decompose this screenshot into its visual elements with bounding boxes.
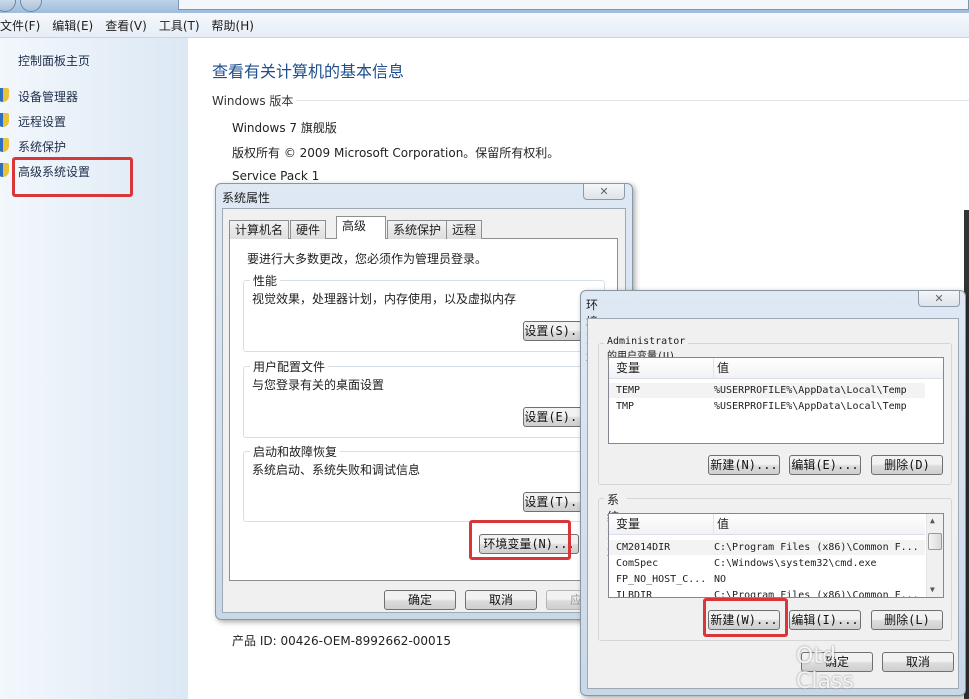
menu-help[interactable]: 帮助(H)	[212, 17, 266, 34]
sidebar-home-link[interactable]: 控制面板主页	[18, 52, 90, 69]
dialog-title: 系统属性	[222, 191, 271, 205]
close-icon[interactable]: ✕	[918, 291, 960, 307]
column-variable[interactable]: 变量	[616, 514, 640, 535]
admin-note: 要进行大多数更改，您必须作为管理员登录。	[247, 252, 488, 266]
sidebar-item-protection[interactable]: 系统保护	[18, 138, 66, 155]
env-cancel-button[interactable]: 取消	[882, 652, 954, 672]
group-description: 视觉效果，处理器计划，内存使用，以及虚拟内存	[252, 292, 517, 306]
service-pack-text: Service Pack 1	[232, 169, 320, 183]
column-variable[interactable]: 变量	[616, 358, 640, 379]
sidebar-item-device-manager[interactable]: 设备管理器	[18, 88, 78, 105]
close-icon[interactable]: ✕	[583, 184, 625, 200]
section-heading: Windows 版本	[212, 94, 294, 108]
list-row[interactable]: FP_NO_HOST_C... NO	[609, 572, 925, 587]
column-value[interactable]: 值	[713, 514, 729, 535]
column-value[interactable]: 值	[713, 358, 729, 379]
watermark: Otd Class	[796, 644, 854, 694]
var-value: %USERPROFILE%\AppData\Local\Temp	[714, 385, 907, 396]
system-edit-button[interactable]: 编辑(I)...	[789, 610, 861, 630]
group-label: 用户配置文件	[250, 358, 329, 375]
address-bar[interactable]	[178, 0, 969, 10]
tab-computer-name[interactable]: 计算机名	[229, 220, 290, 239]
var-name: TMP	[616, 401, 635, 412]
divider	[296, 100, 969, 101]
copyright-text: 版权所有 © 2009 Microsoft Corporation。保留所有权利…	[232, 146, 560, 160]
user-delete-button[interactable]: 删除(D)	[871, 455, 943, 475]
group-description: 与您登录有关的桌面设置	[252, 378, 385, 392]
system-vars-list[interactable]: 变量 值 CM2014DIR C:\Program Files (x86)\Com…	[608, 513, 944, 598]
scroll-thumb[interactable]	[928, 533, 942, 550]
var-name: TEMP	[616, 385, 641, 396]
group-description: 系统启动、系统失败和调试信息	[252, 463, 421, 477]
list-row[interactable]: ILBDIR C:\Program Files (x86)\Common F...	[609, 588, 925, 598]
tab-hardware[interactable]: 硬件	[290, 220, 327, 239]
group-label: 性能	[250, 272, 281, 289]
highlight-box	[703, 598, 788, 637]
user-edit-button[interactable]: 编辑(E)...	[789, 455, 861, 475]
menu-bar: 文件(F) 编辑(E) 查看(V) 工具(T) 帮助(H)	[0, 13, 969, 38]
var-value: %USERPROFILE%\AppData\Local\Temp	[714, 401, 907, 412]
menu-tools[interactable]: 工具(T)	[159, 17, 212, 34]
var-value: NO	[714, 574, 727, 585]
menu-file[interactable]: 文件(F)	[0, 17, 52, 34]
var-value: C:\Windows\system32\cmd.exe	[714, 558, 877, 569]
group-label: 启动和故障恢复	[250, 443, 341, 460]
menu-view[interactable]: 查看(V)	[105, 17, 159, 34]
var-name: ILBDIR	[616, 590, 653, 598]
var-value: C:\Program Files (x86)\Common F...	[714, 542, 919, 553]
system-delete-button[interactable]: 删除(L)	[871, 610, 943, 630]
list-row[interactable]: CM2014DIR C:\Program Files (x86)\Common F…	[609, 540, 925, 555]
scroll-down-icon[interactable]: ▼	[930, 585, 935, 594]
list-row[interactable]: TMP %USERPROFILE%\AppData\Local\Temp	[609, 399, 925, 414]
list-header: 变量 值	[609, 358, 943, 379]
tab-system-protection[interactable]: 系统保护	[387, 220, 448, 239]
ok-button[interactable]: 确定	[384, 590, 456, 610]
product-id: 产品 ID: 00426-OEM-8992662-00015	[232, 634, 451, 648]
var-name: ComSpec	[616, 558, 659, 569]
scroll-up-icon[interactable]: ▲	[930, 516, 935, 525]
edition-text: Windows 7 旗舰版	[232, 121, 337, 135]
menu-edit[interactable]: 编辑(E)	[52, 17, 105, 34]
list-row[interactable]: ComSpec C:\Windows\system32\cmd.exe	[609, 556, 925, 571]
user-new-button[interactable]: 新建(N)...	[708, 455, 780, 475]
sidebar-item-remote[interactable]: 远程设置	[18, 113, 66, 130]
page-title: 查看有关计算机的基本信息	[212, 62, 405, 81]
cancel-button[interactable]: 取消	[465, 590, 537, 610]
scrollbar[interactable]: ▲ ▼	[926, 514, 943, 597]
tab-remote[interactable]: 远程	[446, 220, 483, 239]
highlight-box	[12, 157, 133, 197]
list-row[interactable]: TEMP %USERPROFILE%\AppData\Local\Temp	[609, 383, 925, 398]
var-name: FP_NO_HOST_C...	[616, 574, 707, 585]
user-vars-list[interactable]: 变量 值 TEMP %USERPROFILE%\AppData\Local\Tem…	[608, 357, 944, 444]
tab-advanced[interactable]: 高级	[336, 216, 386, 239]
highlight-box	[469, 520, 571, 560]
var-value: C:\Program Files (x86)\Common F...	[714, 590, 919, 598]
var-name: CM2014DIR	[616, 542, 671, 553]
list-header: 变量 值	[609, 514, 925, 535]
